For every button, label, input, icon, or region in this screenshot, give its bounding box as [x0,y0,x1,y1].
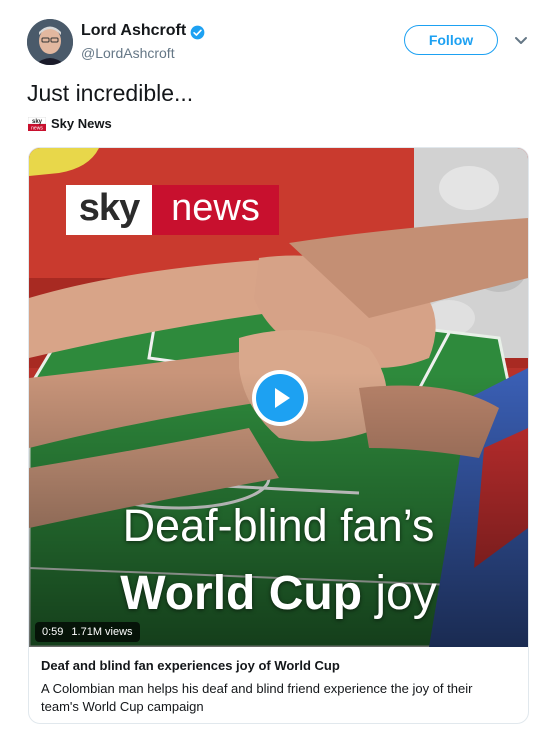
card-title[interactable]: Deaf and blind fan experiences joy of Wo… [41,658,340,673]
play-button[interactable] [252,370,308,426]
video-stats-badge: 0:59 1.71M views [35,622,140,642]
avatar[interactable] [27,19,73,65]
video-duration: 0:59 [42,626,64,638]
video-views: 1.71M views [71,626,133,638]
video-headline-line2: World Cup joy [29,566,528,621]
logo-news-text: news [152,185,279,235]
svg-text:sky: sky [32,119,43,125]
avatar-image [27,19,73,65]
chevron-down-icon[interactable] [514,36,528,46]
video-headline-line1: Deaf-blind fan’s [122,500,435,551]
video-headline-light: joy [375,567,437,620]
verified-badge-icon [190,25,205,40]
svg-text:news: news [31,126,43,132]
source-name[interactable]: Sky News [51,116,112,131]
author-name[interactable]: Lord Ashcroft [81,22,186,40]
follow-button[interactable]: Follow [404,25,498,55]
author-handle[interactable]: @LordAshcroft [81,45,175,61]
play-icon [256,374,304,422]
video-card[interactable]: sky news Deaf-blind fan’s World Cup joy … [28,147,529,724]
sky-news-logo-icon[interactable]: sky news [28,117,46,131]
logo-sky-text: sky [66,185,152,235]
video-headline-bold: World Cup [120,567,363,620]
card-description: A Colombian man helps his deaf and blind… [41,681,473,714]
sky-news-logo: sky news [66,185,279,235]
tweet-text: Just incredible... [27,80,194,106]
video-thumbnail[interactable]: sky news Deaf-blind fan’s World Cup joy … [29,148,528,647]
